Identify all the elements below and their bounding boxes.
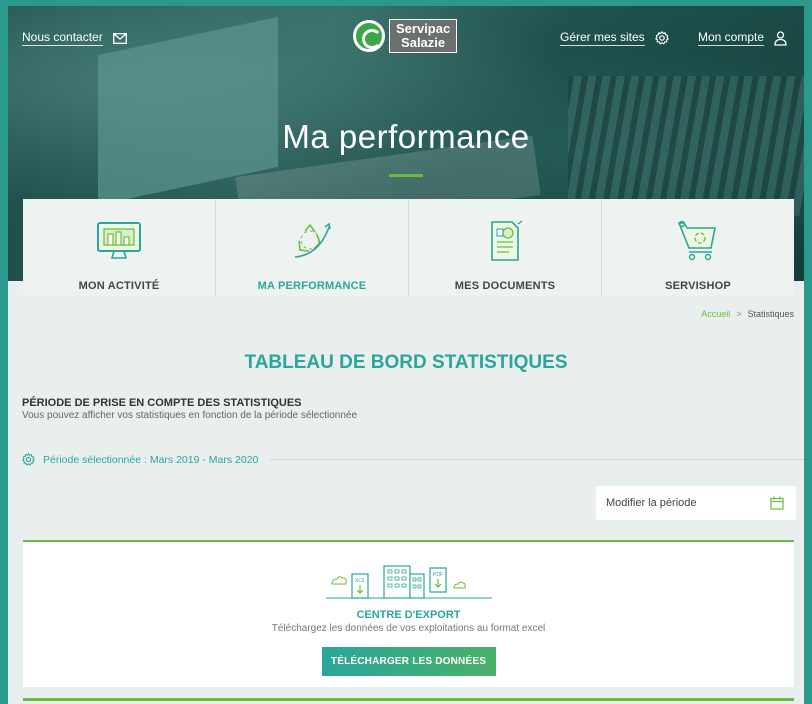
shopping-cart-icon — [674, 219, 722, 263]
hero-accent-line — [389, 174, 423, 177]
breadcrumb-home-link[interactable]: Accueil — [701, 309, 730, 319]
tile-ma-performance[interactable]: MA PERFORMANCE — [216, 199, 409, 296]
tile-label: MES DOCUMENTS — [454, 280, 556, 292]
account-link[interactable]: Mon compte — [698, 30, 787, 46]
servipac-logo[interactable]: Servipac Salazie — [353, 18, 467, 54]
file-badge-pdf: PDF — [433, 572, 443, 578]
tile-servishop[interactable]: SERVISHOP — [602, 199, 794, 296]
account-label: Mon compte — [698, 30, 765, 46]
recycle-growth-icon — [288, 219, 336, 263]
export-title: CENTRE D'EXPORT — [356, 609, 461, 621]
modify-period-button[interactable]: Modifier la période — [596, 486, 796, 520]
contact-label: Nous contacter — [22, 30, 103, 46]
monitor-chart-icon — [95, 219, 143, 263]
selected-period-text: Période sélectionnée : Mars 2019 - Mars … — [43, 453, 259, 466]
divider — [270, 459, 804, 460]
tile-mon-activite[interactable]: MON ACTIVITÉ — [23, 199, 216, 296]
tile-mes-documents[interactable]: MES DOCUMENTS — [409, 199, 602, 296]
page-hero-title: Ma performance — [282, 118, 530, 155]
breadcrumb-current: Statistiques — [747, 309, 794, 319]
export-subtitle: Téléchargez les données de vos exploitat… — [271, 623, 546, 634]
manage-sites-link[interactable]: Gérer mes sites — [560, 30, 669, 46]
contact-link[interactable]: Nous contacter — [22, 30, 127, 46]
logo-emblem — [353, 20, 385, 52]
tile-label: MON ACTIVITÉ — [78, 280, 160, 292]
calendar-icon — [770, 496, 784, 510]
period-heading: PÉRIODE DE PRISE EN COMPTE DES STATISTIQ… — [22, 397, 302, 409]
mail-icon — [112, 32, 127, 44]
breadcrumb: Accueil > Statistiques — [701, 309, 794, 319]
modify-period-label: Modifier la période — [606, 497, 697, 509]
tile-label: MA PERFORMANCE — [257, 280, 367, 292]
logo-line-2: Salazie — [401, 35, 446, 50]
gear-icon — [22, 453, 35, 466]
page-title: TABLEAU DE BORD STATISTIQUES — [244, 352, 568, 373]
tile-label: SERVISHOP — [665, 280, 731, 292]
export-illustration-icon: XLS PDF — [325, 565, 492, 599]
main-navigation-tiles: MON ACTIVITÉ MA PERFORMANCE MES DOCUMENT… — [23, 199, 794, 296]
document-icon — [481, 219, 529, 263]
top-bar: Nous contacter Servipac Salazie Gérer me… — [8, 6, 804, 66]
section-accent-line — [23, 698, 794, 701]
selected-period: Période sélectionnée : Mars 2019 - Mars … — [22, 453, 804, 466]
download-data-button[interactable]: TÉLÉCHARGER LES DONNÉES — [321, 647, 496, 676]
breadcrumb-separator: > — [736, 309, 742, 319]
period-subtitle: Vous pouvez afficher vos statistiques en… — [22, 410, 358, 421]
file-badge-xls: XLS — [355, 578, 365, 584]
manage-sites-label: Gérer mes sites — [560, 30, 645, 46]
export-center-card: XLS PDF CENTRE D'EXPORT Téléchargez les … — [23, 540, 794, 687]
user-icon — [774, 30, 787, 46]
app-frame: Nous contacter Servipac Salazie Gérer me… — [8, 6, 804, 704]
logo-text: Servipac Salazie — [389, 19, 458, 53]
logo-line-1: Servipac — [396, 21, 451, 36]
gear-icon — [654, 31, 669, 45]
